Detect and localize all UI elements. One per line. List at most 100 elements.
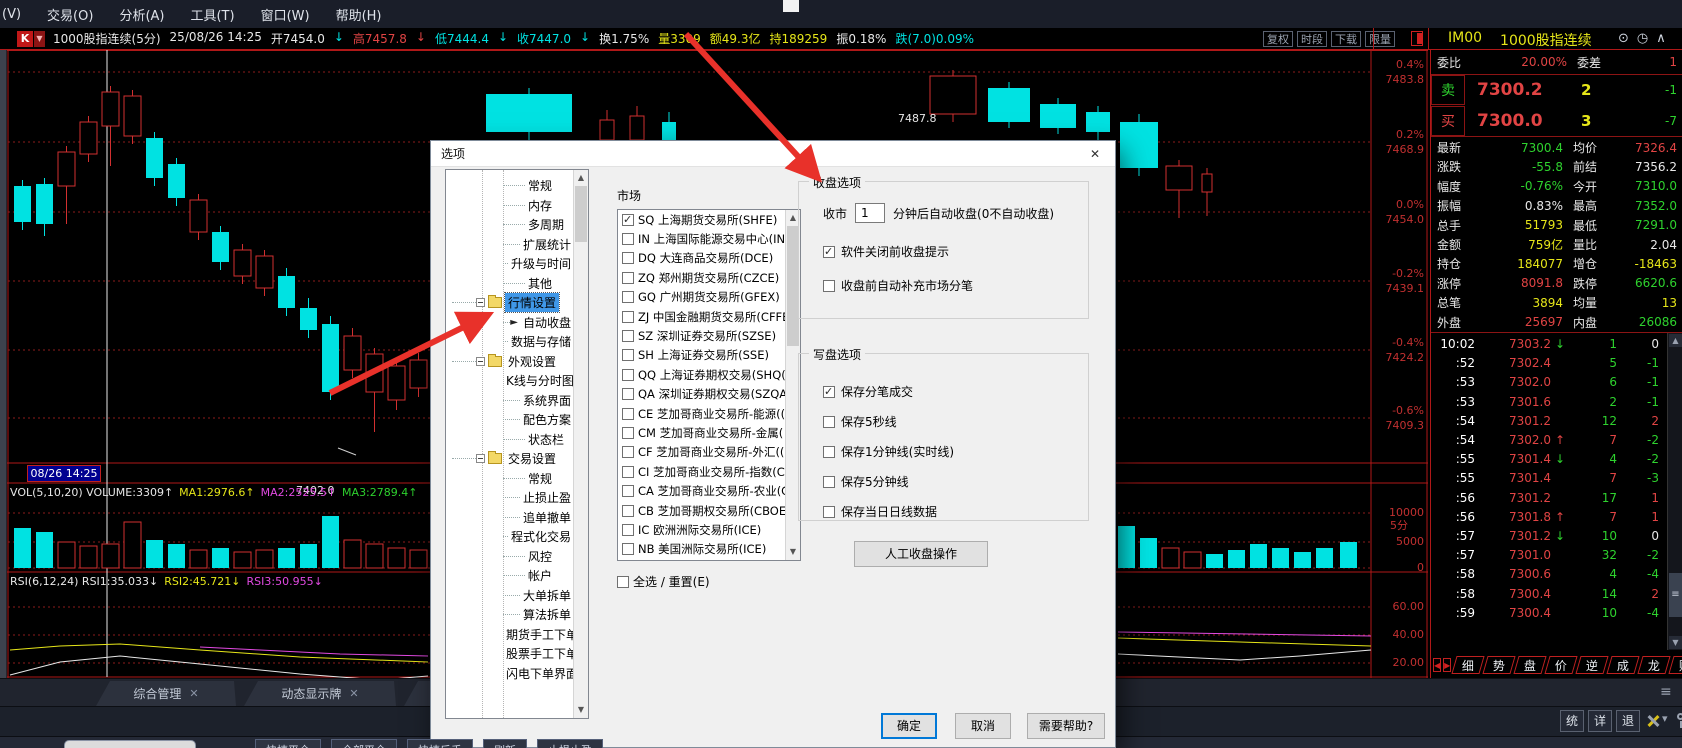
panel-tab-成[interactable]: 成 [1607, 656, 1640, 674]
market-item[interactable]: IN 上海国际能源交易中心(IN [618, 229, 800, 248]
tab-close-icon[interactable]: ✕ [189, 687, 198, 700]
menu-item-4[interactable]: 窗口(W) [261, 5, 310, 24]
checkbox-icon[interactable] [617, 576, 629, 588]
checkbox-icon[interactable] [823, 246, 835, 258]
collapse-icon[interactable] [476, 454, 485, 463]
ok-button[interactable]: 确定 [881, 713, 937, 739]
tree-item-期货手工下单[interactable]: 期货手工下单 [446, 625, 574, 645]
collapse-icon[interactable] [476, 357, 485, 366]
tick-scrollbar[interactable]: ▲ ≡ ▼ [1667, 333, 1682, 650]
minutes-input[interactable]: 1 [855, 203, 885, 223]
tree-item-数据与存储[interactable]: 数据与存储 [446, 332, 574, 352]
market-item[interactable]: GQ 广州期货交易所(GFEX) [618, 288, 800, 307]
panel-tab-势[interactable]: 势 [1483, 656, 1516, 674]
checkbox-icon[interactable] [823, 476, 835, 488]
quick-button-快捷反手[interactable]: 快捷反手 [407, 739, 473, 748]
scroll-down-icon[interactable]: ▼ [787, 545, 799, 559]
checkbox-icon[interactable] [823, 416, 835, 428]
tree-item-内存[interactable]: 内存 [446, 196, 574, 216]
tab-scroll-left-icon[interactable]: ◀ [1433, 658, 1441, 672]
chart-button-3[interactable]: 限量 [1365, 31, 1395, 47]
tree-item-程式化交易[interactable]: 程式化交易 [446, 527, 574, 547]
checkbox-icon[interactable] [622, 349, 634, 361]
tree-item-行情设置[interactable]: 行情设置 [446, 293, 574, 313]
tree-item-常规[interactable]: 常规 [446, 469, 574, 489]
menu-item-1[interactable]: 交易(O) [47, 5, 93, 24]
cancel-button[interactable]: 取消 [955, 713, 1011, 739]
collapse-icon[interactable]: ∧ [1656, 31, 1666, 46]
tree-item-自动收盘[interactable]: ►自动收盘 [446, 313, 574, 333]
scroll-down-icon[interactable]: ▼ [1669, 636, 1682, 649]
tree-item-算法拆单[interactable]: 算法拆单 [446, 605, 574, 625]
panel-tab-细[interactable]: 细 [1452, 656, 1485, 674]
tree-item-风控[interactable]: 风控 [446, 547, 574, 567]
kline-type-dropdown-icon[interactable]: ▼ [34, 31, 45, 47]
checkbox-icon[interactable] [823, 280, 835, 292]
market-item[interactable]: SH 上海证券交易所(SSE) [618, 346, 800, 365]
ask-row[interactable]: 卖7300.22-1 [1431, 75, 1682, 105]
manual-close-button[interactable]: 人工收盘操作 [854, 541, 988, 567]
symbol-name[interactable]: 1000股指连续 [1500, 30, 1592, 50]
quick-button-止损止盈[interactable]: 止损止盈 [537, 739, 603, 748]
panel-tab-财[interactable]: 财 [1669, 656, 1682, 674]
tree-item-止损止盈[interactable]: 止损止盈 [446, 488, 574, 508]
scroll-up-icon[interactable]: ▲ [1669, 334, 1682, 347]
workspace-tab-动态显示牌[interactable]: 动态显示牌✕ [244, 681, 396, 706]
checkbox-icon[interactable] [622, 388, 634, 400]
status-button-退[interactable]: 退 [1616, 710, 1640, 732]
market-item[interactable]: CA 芝加哥商业交易所-农业(C [618, 481, 800, 500]
scroll-up-icon[interactable]: ▲ [575, 171, 587, 185]
tree-item-系统界面[interactable]: 系统界面 [446, 391, 574, 411]
tree-item-帐户[interactable]: 帐户 [446, 566, 574, 586]
menu-item-2[interactable]: 分析(A) [119, 5, 164, 24]
checkbox-icon[interactable] [622, 524, 634, 536]
market-item[interactable]: IC 欧洲洲际交易所(ICE) [618, 520, 800, 539]
checkbox-icon[interactable] [823, 446, 835, 458]
checkbox-icon[interactable] [622, 466, 634, 478]
market-item[interactable]: CE 芝加哥商业交易所-能源(( [618, 404, 800, 423]
order-panel-box[interactable] [64, 740, 196, 748]
checkbox-icon[interactable] [622, 369, 634, 381]
status-button-详[interactable]: 详 [1588, 710, 1612, 732]
collapse-icon[interactable] [476, 298, 485, 307]
market-item[interactable]: NB 美国洲际交易所(ICE) [618, 540, 800, 559]
menu-icon[interactable]: ≡ [1660, 684, 1672, 700]
dialog-checkbox-收盘前自动补充市场分笔[interactable]: 收盘前自动补充市场分笔 [823, 277, 973, 294]
tree-item-状态栏[interactable]: 状态栏 [446, 430, 574, 450]
checkbox-icon[interactable] [622, 252, 634, 264]
checkbox-icon[interactable] [823, 506, 835, 518]
panel-tab-逆[interactable]: 逆 [1576, 656, 1609, 674]
tree-item-常规[interactable]: 常规 [446, 176, 574, 196]
checkbox-icon[interactable] [622, 505, 634, 517]
checkbox-icon[interactable] [622, 291, 634, 303]
close-icon[interactable]: ✕ [1083, 144, 1107, 164]
market-item[interactable]: CB 芝加哥期权交易所(CBOE [618, 501, 800, 520]
dialog-checkbox-保存5秒线[interactable]: 保存5秒线 [823, 413, 897, 430]
scroll-thumb[interactable]: ≡ [1669, 573, 1682, 617]
workspace-tab-综合管理[interactable]: 综合管理✕ [96, 681, 236, 706]
quick-button-全部平仓[interactable]: 全部平仓 [331, 739, 397, 748]
checkbox-icon[interactable] [622, 427, 634, 439]
tree-item-多周期[interactable]: 多周期 [446, 215, 574, 235]
dialog-checkbox-保存1分钟线(实时线)[interactable]: 保存1分钟线(实时线) [823, 443, 954, 460]
tree-item-股票手工下单[interactable]: 股票手工下单 [446, 644, 574, 664]
quick-button-刷新[interactable]: 刷新 [483, 739, 527, 748]
tree-item-升级与时间[interactable]: 升级与时间 [446, 254, 574, 274]
select-all-checkbox[interactable]: 全选 / 重置(E) [617, 573, 710, 590]
tree-item-K线与分时图[interactable]: K线与分时图 [446, 371, 574, 391]
clock-icon[interactable]: ◷ [1637, 31, 1648, 46]
help-button[interactable]: 需要帮助? [1027, 713, 1105, 739]
tree-item-配色方案[interactable]: 配色方案 [446, 410, 574, 430]
tree-item-扩展统计[interactable]: 扩展统计 [446, 235, 574, 255]
dialog-checkbox-保存当日日线数据[interactable]: 保存当日日线数据 [823, 503, 937, 520]
panel-tab-盘[interactable]: 盘 [1514, 656, 1547, 674]
chart-button-1[interactable]: 时段 [1297, 31, 1327, 47]
symbol-code[interactable]: IM00 [1448, 30, 1482, 50]
chart-button-2[interactable]: 下载 [1331, 31, 1361, 47]
market-item[interactable]: ZQ 郑州期货交易所(CZCE) [618, 268, 800, 287]
checkbox-icon[interactable] [622, 330, 634, 342]
target-icon[interactable]: ⊙ [1618, 31, 1629, 46]
checkbox-icon[interactable] [622, 485, 634, 497]
checkbox-icon[interactable] [622, 214, 634, 226]
chart-button-0[interactable]: 复权 [1263, 31, 1293, 47]
